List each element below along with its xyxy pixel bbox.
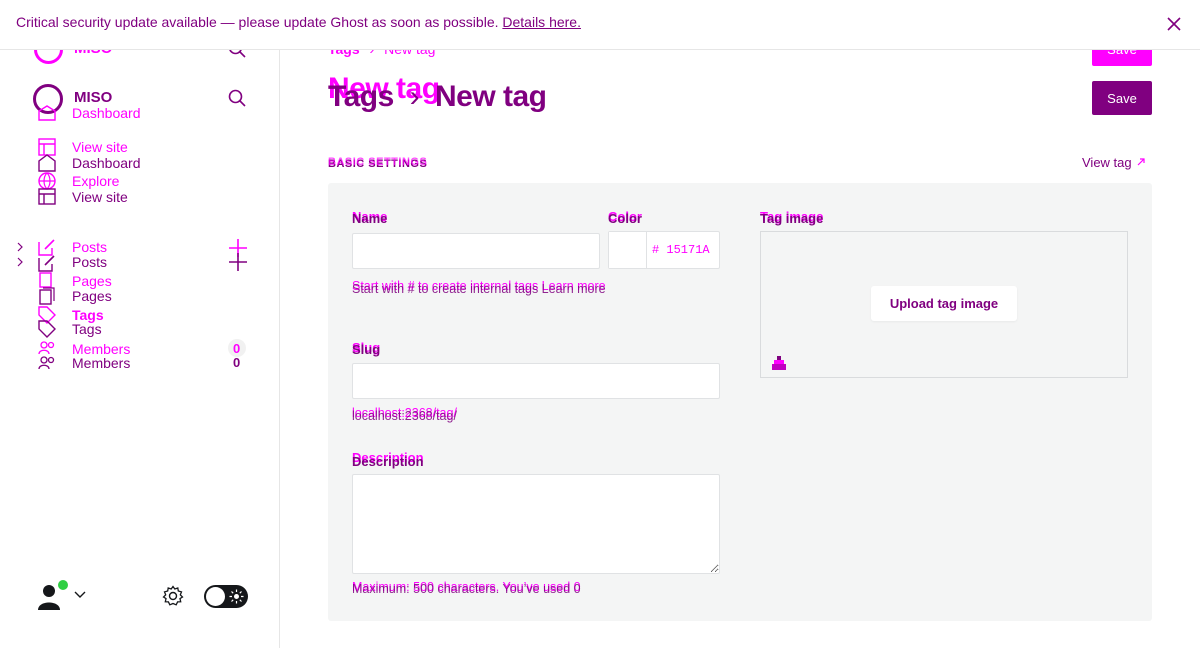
page-title-current: New tag: [434, 80, 547, 113]
description-textarea[interactable]: [352, 474, 720, 574]
view-tag-link[interactable]: View tag: [1082, 155, 1146, 170]
close-icon[interactable]: [1164, 14, 1184, 34]
page-title-parent[interactable]: Tags: [328, 80, 394, 113]
plus-icon[interactable]: [228, 252, 248, 272]
home-icon: [38, 105, 56, 121]
upload-tag-image-button[interactable]: Upload tag image: [871, 286, 1017, 321]
members-count-ghost: 0: [233, 341, 241, 356]
name-hint: Start with # to create internal tags Lea…: [352, 282, 606, 296]
tag-image-label: Tag image: [760, 211, 824, 226]
description-label: Description: [352, 454, 424, 469]
slug-hint: localhost:2368/tag/: [352, 409, 457, 423]
sidebar-item-posts[interactable]: Posts: [72, 254, 107, 270]
color-value: 15171A: [666, 243, 710, 257]
save-button[interactable]: Save: [1092, 81, 1152, 115]
sidebar-item-view-site[interactable]: View site: [72, 189, 128, 205]
sidebar-item-dashboard[interactable]: Dashboard: [72, 155, 141, 171]
search-icon[interactable]: [227, 88, 247, 108]
site-icon: [38, 188, 56, 205]
theme-toggle[interactable]: [204, 585, 248, 608]
sidebar-item-tags[interactable]: Tags: [72, 321, 102, 337]
theme-toggle-knob: [206, 587, 225, 606]
members-icon: [38, 356, 55, 370]
sidebar-item-posts-ghost[interactable]: Posts: [72, 239, 107, 255]
members-icon: [38, 341, 55, 355]
sidebar-item-explore[interactable]: Explore: [72, 173, 119, 189]
chevron-down-icon[interactable]: [73, 590, 87, 600]
name-input[interactable]: [352, 233, 600, 269]
title-separator: ›: [409, 80, 420, 113]
members-count: 0: [233, 355, 241, 370]
edit-icon: [38, 255, 55, 272]
chevron-right-icon[interactable]: [15, 256, 25, 268]
slug-input[interactable]: [352, 363, 720, 399]
tag-icon: [38, 320, 56, 338]
sidebar-item-dashboard-ghost[interactable]: Dashboard: [72, 105, 141, 121]
banner-message: Critical security update available — ple…: [16, 14, 581, 30]
home-icon: [38, 154, 56, 172]
color-field: # 15171A: [608, 231, 720, 269]
site-name: MISO: [74, 89, 113, 106]
online-status-dot: [57, 579, 69, 591]
page-title: Tags › New tag: [328, 80, 547, 114]
banner-message-text: Critical security update available — ple…: [16, 14, 499, 30]
banner-details-link[interactable]: Details here.: [502, 14, 581, 30]
sidebar-item-members[interactable]: Members: [72, 355, 130, 371]
security-banner: Critical security update available — ple…: [0, 0, 1200, 50]
sidebar-item-pages-ghost[interactable]: Pages: [72, 273, 112, 289]
sidebar-item-pages[interactable]: Pages: [72, 288, 112, 304]
sun-icon: [229, 589, 244, 604]
gear-icon[interactable]: [162, 585, 184, 607]
upload-icon[interactable]: [771, 355, 787, 371]
description-hint: Maximum: 500 characters. You’ve used 0: [352, 582, 581, 596]
slug-label: Slug: [352, 342, 381, 357]
view-tag-label: View tag: [1082, 155, 1132, 170]
color-value-field[interactable]: # 15171A: [652, 243, 710, 257]
external-link-icon: [1137, 158, 1145, 166]
chevron-right-icon[interactable]: [15, 241, 25, 253]
page-icon: [39, 287, 55, 305]
section-label-basic-settings-ghost: BASIC SETTINGS: [328, 156, 428, 168]
color-hash: #: [652, 243, 660, 257]
name-label: Name: [352, 211, 388, 226]
color-label: Color: [608, 211, 642, 226]
color-swatch[interactable]: [609, 232, 647, 268]
sidebar-item-view-site-ghost[interactable]: View site: [72, 139, 128, 155]
